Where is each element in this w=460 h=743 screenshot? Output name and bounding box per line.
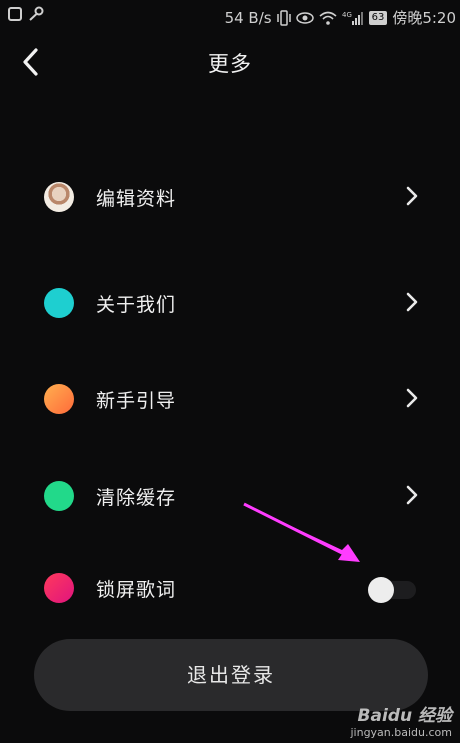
menu-item-label: 关于我们 bbox=[96, 294, 177, 316]
teal-dot-icon bbox=[44, 288, 74, 318]
watermark-url: jingyan.baidu.com bbox=[350, 726, 452, 739]
baidu-logo: Baidu 经验 bbox=[357, 706, 452, 726]
net-speed: 54 B/s bbox=[224, 8, 272, 27]
chevron-right-icon bbox=[406, 388, 418, 408]
eye-icon bbox=[295, 11, 314, 24]
toggle-knob bbox=[368, 577, 394, 603]
screenshot-icon bbox=[8, 7, 22, 21]
vibrate-icon bbox=[276, 9, 291, 26]
menu-item-about-us[interactable]: 关于我们 bbox=[0, 272, 460, 332]
menu-item-clear-cache[interactable]: 清除缓存 bbox=[0, 465, 460, 525]
menu-item-edit-profile[interactable]: 编辑资料 bbox=[0, 166, 460, 226]
menu-item-label: 编辑资料 bbox=[96, 188, 177, 210]
chevron-right-icon bbox=[406, 186, 418, 206]
menu-item-guide[interactable]: 新手引导 bbox=[0, 368, 460, 428]
signal-label: 4G bbox=[342, 11, 352, 19]
pink-dot-icon bbox=[44, 573, 74, 603]
status-left-icons bbox=[8, 6, 44, 22]
menu-item-lockscreen-lyrics: 锁屏歌词 bbox=[0, 557, 460, 617]
status-bar: 54 B/s 4G 63 傍晚5:20 bbox=[0, 0, 460, 32]
status-right-icons: 54 B/s 4G 63 傍晚5:20 bbox=[225, 7, 456, 28]
wifi-icon bbox=[319, 11, 337, 25]
chevron-right-icon bbox=[406, 485, 418, 505]
signal-icon: 4G bbox=[342, 11, 363, 25]
watermark: Baidu 经验 jingyan.baidu.com bbox=[350, 701, 452, 739]
clock: 傍晚5:20 bbox=[392, 9, 456, 27]
chevron-right-icon bbox=[406, 292, 418, 312]
battery-icon: 63 bbox=[368, 10, 388, 25]
menu-item-label: 锁屏歌词 bbox=[96, 579, 177, 601]
menu-item-label: 清除缓存 bbox=[96, 487, 177, 509]
lockscreen-lyrics-toggle[interactable] bbox=[366, 575, 418, 605]
key-icon bbox=[29, 6, 44, 21]
orange-dot-icon bbox=[44, 384, 74, 414]
avatar-icon bbox=[44, 182, 74, 212]
green-dot-icon bbox=[44, 481, 74, 511]
page-title: 更多 bbox=[208, 52, 252, 76]
annotation-arrow-icon bbox=[243, 502, 360, 562]
menu-item-label: 新手引导 bbox=[96, 390, 177, 412]
